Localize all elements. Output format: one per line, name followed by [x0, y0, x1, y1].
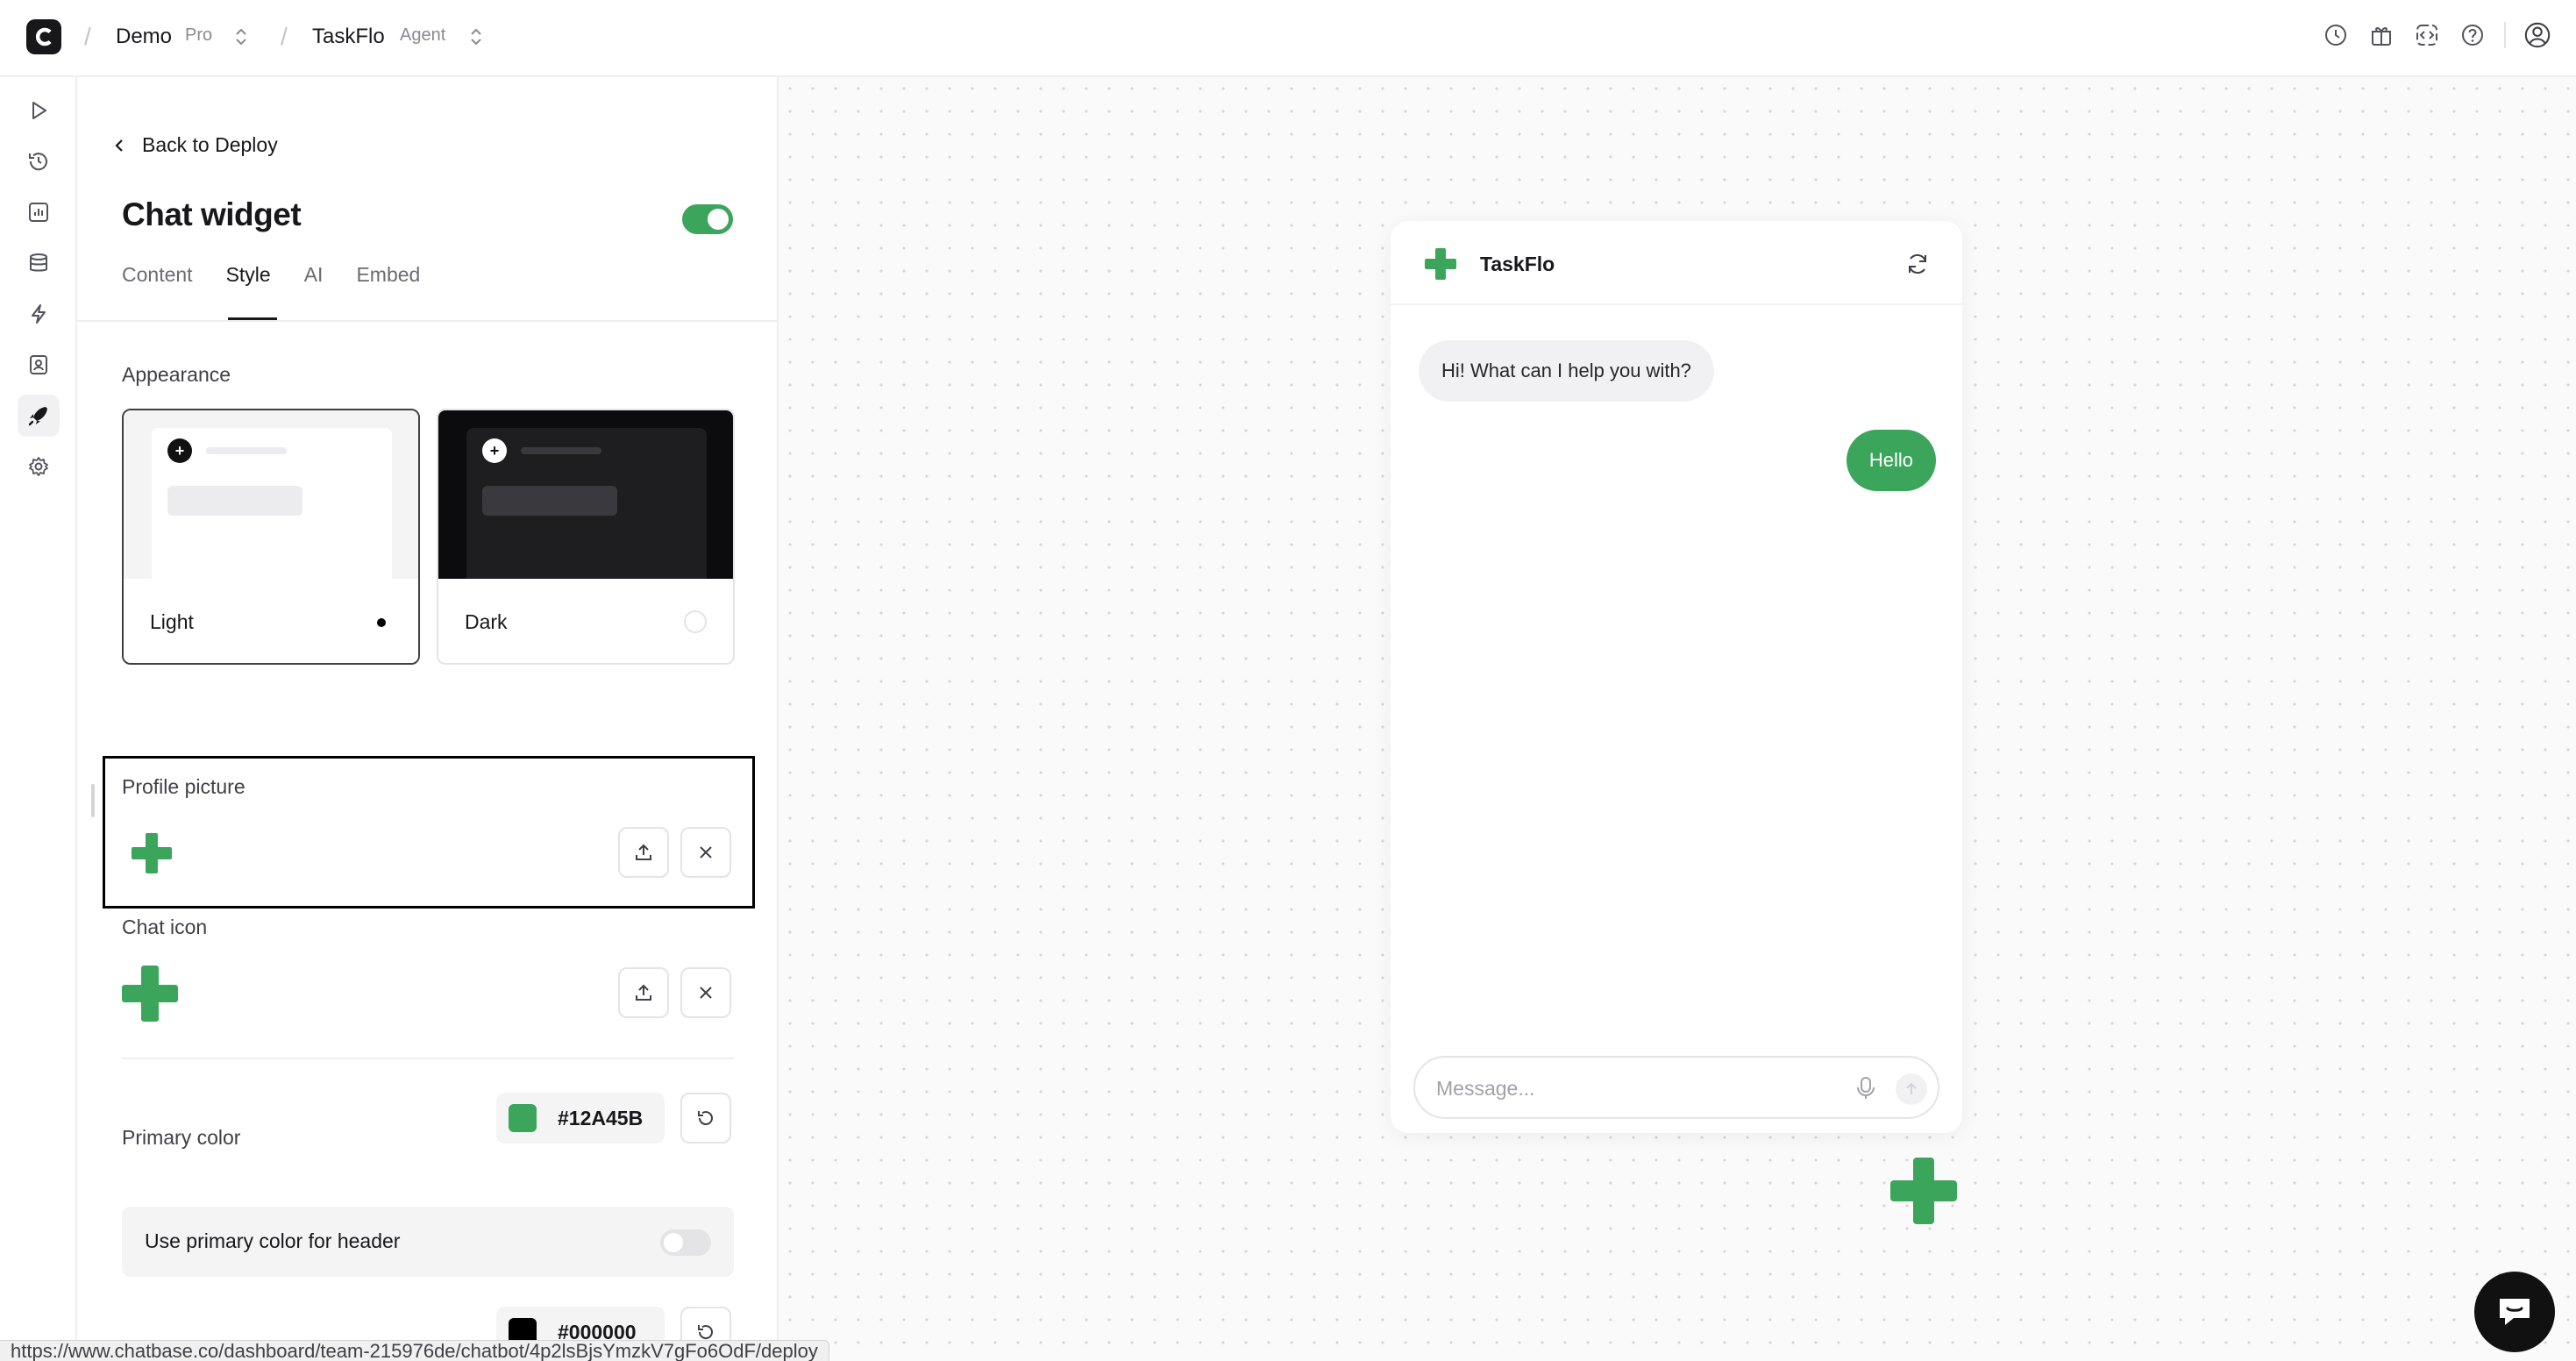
- sources-icon[interactable]: [18, 242, 60, 284]
- history-icon[interactable]: [2322, 21, 2350, 49]
- widget-header: TaskFlo: [1391, 221, 1962, 305]
- agent-switcher-icon[interactable]: [466, 25, 486, 49]
- tab-ai[interactable]: AI: [304, 263, 324, 312]
- breadcrumb-separator: /: [281, 23, 288, 50]
- dark-radio[interactable]: [684, 610, 707, 633]
- resize-handle[interactable]: [91, 784, 95, 817]
- top-bar: / Demo Pro / TaskFlo Agent: [0, 0, 2576, 77]
- profile-picture-label: Profile picture: [122, 775, 246, 798]
- workspace-plan-badge: Pro: [185, 25, 213, 45]
- tab-style[interactable]: Style: [226, 263, 271, 312]
- chat-bubble-icon: [2500, 1299, 2530, 1325]
- preview-avatar-icon: +: [482, 438, 507, 463]
- account-icon[interactable]: [2523, 21, 2551, 49]
- bot-message: Hi! What can I help you with?: [1419, 340, 1714, 402]
- tabs-divider: [77, 320, 777, 322]
- primary-color-value: #12A45B: [558, 1106, 644, 1129]
- primary-header-switch-label: Use primary color for header: [145, 1229, 401, 1252]
- appearance-option-label: Dark: [465, 610, 508, 633]
- back-to-deploy-link[interactable]: Back to Deploy: [112, 133, 278, 157]
- actions-icon[interactable]: [18, 293, 60, 335]
- agent-name[interactable]: TaskFlo: [312, 25, 385, 49]
- chevron-left-icon: [115, 139, 123, 152]
- remove-profile-picture-button[interactable]: [680, 827, 731, 878]
- left-nav-rail: [0, 77, 77, 1361]
- light-theme-preview: +: [124, 410, 418, 579]
- primary-color-label: Primary color: [122, 1126, 241, 1149]
- upload-icon: [636, 844, 651, 860]
- appearance-option-label: Light: [150, 610, 194, 633]
- reset-icon: [698, 1111, 713, 1126]
- chat-icon-label: Chat icon: [122, 916, 208, 938]
- upload-chat-icon-button[interactable]: [618, 967, 669, 1018]
- arrow-up-icon: [1906, 1082, 1917, 1094]
- message-composer[interactable]: [1413, 1056, 1939, 1119]
- chat-icon-plus-icon: [122, 966, 178, 1022]
- appearance-label: Appearance: [122, 363, 231, 386]
- tab-content[interactable]: Content: [122, 263, 193, 312]
- agent-avatar-plus-icon: [1425, 248, 1456, 280]
- close-icon: [700, 846, 712, 859]
- chat-launcher-plus-icon[interactable]: [1887, 1154, 1960, 1228]
- user-message: Hello: [1846, 430, 1936, 491]
- widget-agent-name: TaskFlo: [1480, 253, 1555, 275]
- chat-widget-settings-panel: Back to Deploy Chat widget Content Style…: [77, 77, 779, 1361]
- preview-avatar-icon: +: [167, 438, 192, 463]
- upload-profile-picture-button[interactable]: [618, 827, 669, 878]
- activity-icon[interactable]: [18, 140, 60, 182]
- back-link-label: Back to Deploy: [142, 133, 278, 156]
- page-title: Chat widget: [122, 196, 302, 232]
- close-icon: [700, 987, 712, 999]
- gift-icon[interactable]: [2367, 21, 2395, 49]
- microphone-icon[interactable]: [1854, 1075, 1878, 1101]
- deploy-icon[interactable]: [18, 395, 60, 437]
- settings-tabs: Content Style AI Embed: [122, 263, 453, 312]
- refresh-icon[interactable]: [1904, 251, 1931, 277]
- settings-icon[interactable]: [18, 445, 60, 488]
- tab-embed[interactable]: Embed: [356, 263, 420, 312]
- chat-widget-preview: TaskFlo Hi! What can I help you with? He…: [1391, 221, 1962, 1133]
- primary-color-swatch: [509, 1104, 537, 1132]
- send-button[interactable]: [1896, 1073, 1927, 1105]
- workspace-switcher-icon[interactable]: [231, 25, 251, 49]
- support-chat-button[interactable]: [2474, 1272, 2555, 1352]
- toolbar-divider: [2504, 22, 2506, 48]
- playground-icon[interactable]: [18, 89, 60, 132]
- help-icon[interactable]: [2459, 21, 2487, 49]
- dark-theme-preview: +: [438, 410, 733, 579]
- primary-color-picker[interactable]: #12A45B: [496, 1093, 665, 1144]
- message-input[interactable]: [1436, 1073, 1839, 1103]
- upload-icon: [636, 984, 651, 1001]
- breadcrumb-separator: /: [84, 23, 91, 50]
- remove-chat-icon-button[interactable]: [680, 967, 731, 1018]
- light-radio[interactable]: [369, 610, 392, 633]
- preview-canvas: TaskFlo Hi! What can I help you with? He…: [779, 77, 2576, 1361]
- analytics-icon[interactable]: [18, 191, 60, 233]
- workspace-name[interactable]: Demo: [116, 25, 172, 49]
- link-status-bar: https://www.chatbase.co/dashboard/team-2…: [0, 1340, 829, 1361]
- profile-picture-plus-icon: [130, 831, 174, 875]
- widget-enabled-toggle[interactable]: [682, 204, 733, 234]
- section-divider: [122, 1058, 734, 1059]
- contacts-icon[interactable]: [18, 344, 60, 386]
- appearance-option-dark[interactable]: + Dark: [437, 409, 735, 665]
- primary-header-toggle[interactable]: [660, 1229, 711, 1256]
- appearance-option-light[interactable]: + Light: [122, 409, 420, 665]
- primary-header-switch-row[interactable]: Use primary color for header: [122, 1207, 734, 1277]
- agent-type-badge: Agent: [400, 25, 446, 45]
- chatbase-logo[interactable]: [26, 19, 61, 54]
- reset-primary-color-button[interactable]: [680, 1093, 731, 1144]
- code-icon[interactable]: [2413, 21, 2441, 49]
